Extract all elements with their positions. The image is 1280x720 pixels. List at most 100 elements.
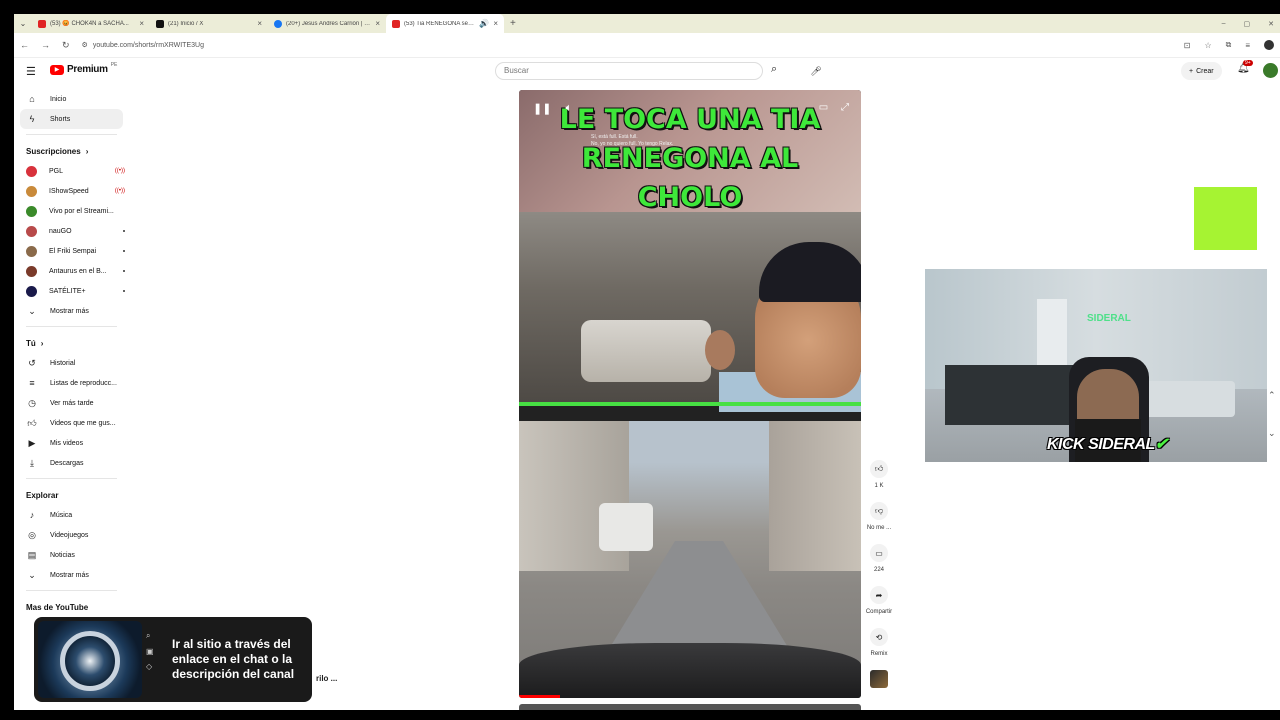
- close-window-icon[interactable]: ✕: [1268, 20, 1274, 28]
- close-tab-icon[interactable]: ×: [257, 19, 262, 28]
- arrow-down-icon[interactable]: ⌄: [1268, 414, 1276, 452]
- new-content-dot: [123, 250, 125, 252]
- tab-search-chevron-icon[interactable]: ⌄: [14, 14, 32, 33]
- share-icon[interactable]: ➦: [870, 586, 888, 604]
- comment-icon[interactable]: ▭: [870, 544, 888, 562]
- browser-profile-avatar[interactable]: [1264, 40, 1274, 50]
- like-action: 👍︎ 1 K: [864, 460, 894, 489]
- remix-icon[interactable]: ⟲: [870, 628, 888, 646]
- new-content-dot: [123, 270, 125, 272]
- sidebar-item-my-videos[interactable]: ▶ Mis videos: [14, 433, 129, 453]
- speaker-icon[interactable]: 🔊: [479, 19, 489, 28]
- minimize-icon[interactable]: –: [1222, 20, 1226, 27]
- live-icon: ((•)): [114, 168, 125, 174]
- address-bar: ← → ↻ ⚙ youtube.com/shorts/rmXRWITE3Ug ⊡…: [14, 33, 1280, 58]
- microphone-icon[interactable]: 🎤︎: [807, 62, 825, 80]
- fullscreen-icon[interactable]: ⤢: [841, 102, 849, 113]
- sidebar-item-news[interactable]: ▤ Noticias: [14, 545, 129, 565]
- search-icon[interactable]: ⌕: [771, 63, 777, 76]
- sidebar-item-historial[interactable]: ↺ Historial: [14, 353, 129, 373]
- divider: [26, 590, 117, 591]
- browser-tab[interactable]: (21) Inicio / X ×: [150, 14, 268, 33]
- music-note-icon: ♪: [29, 510, 35, 520]
- youtube-favicon-icon: [392, 19, 400, 28]
- browser-tab[interactable]: (20+) Jesus Andres Carrión | Fa... ×: [268, 14, 386, 33]
- parked-van: [599, 503, 653, 551]
- thumbs-up-icon[interactable]: 👍︎: [870, 460, 888, 478]
- install-icon[interactable]: ⊡: [1184, 41, 1191, 50]
- search-input[interactable]: Buscar: [495, 62, 763, 80]
- menu-lines-icon[interactable]: ≡: [1245, 41, 1250, 50]
- share-action: ➦ Compartir: [864, 586, 894, 615]
- sidebar-item-playlists[interactable]: ≡ Listas de reproducc...: [14, 373, 129, 393]
- browser-tab[interactable]: (53) 😡 CHOK4N a SACHA... ×: [32, 14, 150, 33]
- history-icon: ↺: [28, 357, 36, 368]
- close-tab-icon[interactable]: ×: [493, 19, 498, 28]
- kick-brand-label: KICK SIDERAL✔: [1047, 436, 1168, 453]
- new-tab-button[interactable]: +: [504, 18, 522, 29]
- sidebar: ⌂ Inicio ϟ Shorts Suscripciones › PGL ((…: [14, 89, 129, 709]
- notification-side-icons: ⌕ ▣ ◇: [146, 631, 154, 671]
- live-icon: ((•)): [114, 188, 125, 194]
- back-icon[interactable]: ←: [20, 40, 29, 50]
- browser-tab-active[interactable]: (53) Tia RENEGONA se sutil... 🔊 ×: [386, 14, 504, 33]
- volume-icon[interactable]: 🔈︎: [565, 102, 572, 115]
- divider: [26, 326, 117, 327]
- new-content-dot: [123, 290, 125, 292]
- url-field[interactable]: ⚙ youtube.com/shorts/rmXRWITE3Ug: [82, 41, 204, 50]
- sidebar-item-downloads[interactable]: ⤓ Descargas: [14, 453, 129, 473]
- you-header[interactable]: Tú ›: [14, 333, 129, 353]
- roulette-image: [38, 621, 142, 698]
- extensions-icon[interactable]: ⧉: [1226, 40, 1232, 50]
- arrow-up-icon[interactable]: ⌃: [1268, 376, 1276, 414]
- sidebar-item-gaming[interactable]: ◎ Videojuegos: [14, 525, 129, 545]
- sidebar-item-subscription[interactable]: IShowSpeed ((•)): [14, 181, 129, 201]
- sidebar-item-explore-more[interactable]: ⌄ Mostrar más: [14, 565, 129, 585]
- stream-notification: ⌕ ▣ ◇ Ir al sitio a través del enlace en…: [34, 617, 312, 702]
- sidebar-item-liked-videos[interactable]: 👍︎ Videos que me gus...: [14, 413, 129, 433]
- screen: ⌄ (53) 😡 CHOK4N a SACHA... × (21) Inicio…: [14, 14, 1280, 710]
- room-neon-logo: SIDERAL: [1087, 313, 1131, 324]
- create-button[interactable]: + Crear: [1181, 62, 1222, 80]
- video-overlay-title: LE TOCA UNA TIA RENEGONA AL CHOLO: [559, 104, 821, 213]
- video-controls-left: ❚❚ 🔈︎: [533, 102, 572, 115]
- passenger-figure: [705, 330, 735, 370]
- notification-text: Ir al sitio a través del enlace en el ch…: [172, 637, 295, 681]
- forward-icon[interactable]: →: [41, 40, 50, 50]
- verified-check-icon: ✔: [1154, 436, 1168, 453]
- video-progress-bar[interactable]: [519, 695, 561, 698]
- shorts-video-player[interactable]: LE TOCA UNA TIA RENEGONA AL CHOLO ❚❚ 🔈︎ …: [519, 90, 861, 698]
- thumbs-down-icon[interactable]: 👎︎: [870, 502, 888, 520]
- sidebar-item-watch-later[interactable]: ◷ Ver más tarde: [14, 393, 129, 413]
- sidebar-item-shorts[interactable]: ϟ Shorts: [20, 109, 123, 129]
- dislike-action: 👎︎ No me ...: [864, 502, 894, 531]
- bookmark-star-icon[interactable]: ☆: [1204, 41, 1211, 50]
- sidebar-item-subscription[interactable]: PGL ((•)): [14, 161, 129, 181]
- sidebar-item-subscription[interactable]: nauGO: [14, 221, 129, 241]
- next-short-peek[interactable]: [519, 704, 861, 710]
- channel-avatar: [26, 185, 37, 197]
- close-tab-icon[interactable]: ×: [139, 19, 144, 28]
- sidebar-item-subscription[interactable]: Vivo por el Streami...: [14, 201, 129, 221]
- sidebar-item-show-more[interactable]: ⌄ Mostrar más: [14, 301, 129, 321]
- subscriptions-header[interactable]: Suscripciones ›: [14, 141, 129, 161]
- sidebar-item-subscription[interactable]: SATÉLITE+: [14, 281, 129, 301]
- video-controls-right: ▭ ⤢: [819, 102, 849, 113]
- reload-icon[interactable]: ↻: [62, 40, 70, 51]
- sound-thumbnail[interactable]: [870, 670, 888, 688]
- pause-icon[interactable]: ❚❚: [533, 102, 551, 115]
- sidebar-item-music[interactable]: ♪ Música: [14, 505, 129, 525]
- site-info-icon[interactable]: ⚙: [82, 41, 88, 49]
- notifications-bell-icon[interactable]: 🔔︎ 9+: [1237, 60, 1253, 74]
- sidebar-item-subscription[interactable]: Antaurus en el B...: [14, 261, 129, 281]
- youtube-logo[interactable]: ▶ Premium PE: [50, 62, 117, 75]
- captions-icon[interactable]: ▭: [819, 102, 828, 113]
- facebook-favicon-icon: [274, 19, 282, 28]
- close-tab-icon[interactable]: ×: [375, 19, 380, 28]
- channel-avatar: [26, 285, 37, 297]
- user-avatar[interactable]: [1263, 63, 1278, 78]
- maximize-icon[interactable]: ▢: [1244, 20, 1251, 28]
- sidebar-item-subscription[interactable]: El Friki Sempai: [14, 241, 129, 261]
- sidebar-item-inicio[interactable]: ⌂ Inicio: [14, 89, 129, 109]
- hamburger-menu-icon[interactable]: ☰: [26, 65, 36, 78]
